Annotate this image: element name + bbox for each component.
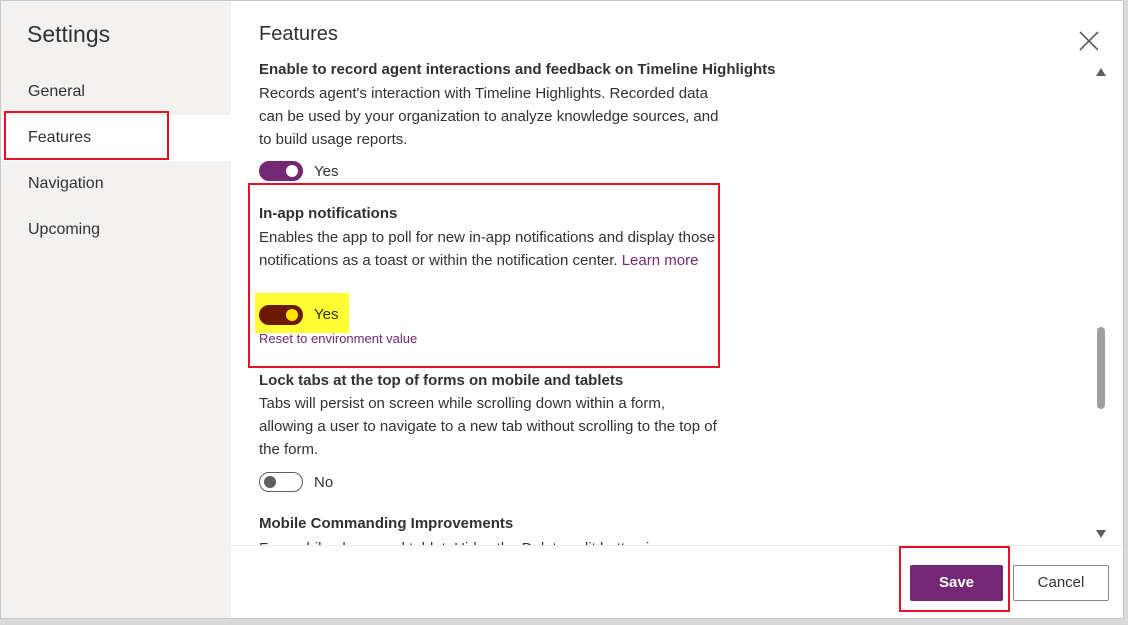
setting-desc-timeline-highlights: Records agent's interaction with Timelin… (259, 85, 719, 148)
scrollbar-thumb[interactable] (1097, 327, 1105, 409)
page-title: Features (259, 23, 338, 45)
setting-heading-timeline-highlights: Enable to record agent interactions and … (259, 61, 776, 78)
caret-up-icon[interactable] (1095, 67, 1107, 77)
toggle-knob (286, 165, 298, 177)
highlight-box-in-app-notifications (248, 183, 720, 368)
highlight-box-save (899, 546, 1010, 612)
toggle-label-lock-tabs: No (314, 474, 334, 491)
toggle-timeline-highlights[interactable] (259, 161, 303, 181)
sidebar-item-navigation[interactable]: Navigation (1, 161, 231, 207)
sidebar-item-general[interactable]: General (1, 69, 231, 115)
settings-dialog: Settings General Features Navigation Upc… (0, 0, 1124, 619)
highlight-box-features (4, 111, 169, 160)
toggle-lock-tabs[interactable] (259, 472, 303, 492)
setting-heading-lock-tabs: Lock tabs at the top of forms on mobile … (259, 372, 624, 389)
caret-down-icon[interactable] (1095, 529, 1107, 539)
setting-heading-mobile-commanding: Mobile Commanding Improvements (259, 515, 514, 532)
setting-desc-mobile-commanding: For mobile phone and tablet: Hides the D… (259, 537, 719, 545)
sidebar-item-upcoming[interactable]: Upcoming (1, 207, 231, 253)
toggle-knob (264, 476, 276, 488)
setting-desc-lock-tabs: Tabs will persist on screen while scroll… (259, 395, 717, 458)
settings-sidebar: Settings General Features Navigation Upc… (1, 1, 231, 618)
setting-desc-clip: For mobile phone and tablet: Hides the D… (259, 537, 719, 545)
close-icon (1079, 31, 1099, 51)
toggle-label-timeline-highlights: Yes (314, 163, 339, 180)
cancel-button[interactable]: Cancel (1013, 565, 1109, 601)
scrollbar[interactable] (1093, 59, 1109, 545)
close-button[interactable] (1077, 29, 1101, 53)
sidebar-title: Settings (27, 21, 111, 47)
